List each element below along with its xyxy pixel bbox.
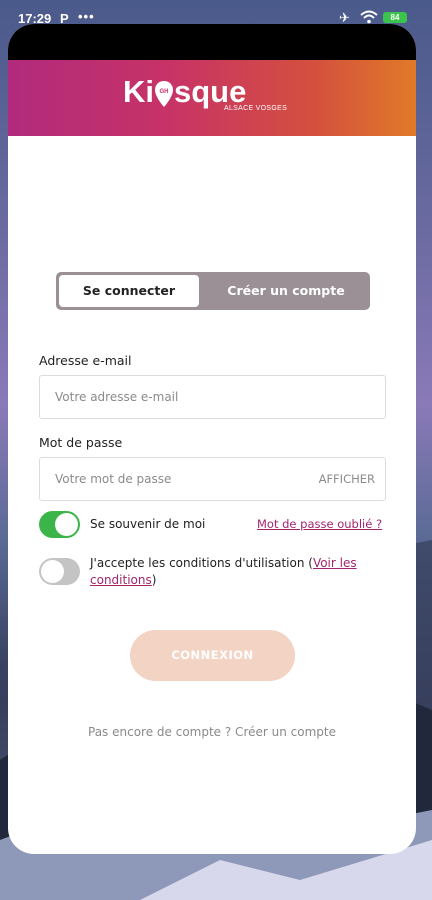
remember-me-toggle[interactable] bbox=[39, 511, 80, 538]
app-screen: Ki GH sque ALSACE VOSGES Se connecter Cr… bbox=[8, 24, 416, 854]
svg-text:GH: GH bbox=[160, 89, 169, 95]
terms-toggle[interactable] bbox=[39, 558, 80, 585]
password-field[interactable] bbox=[55, 458, 305, 500]
signup-prompt-link[interactable]: Pas encore de compte ? Créer un compte bbox=[8, 725, 416, 739]
tab-signup[interactable]: Créer un compte bbox=[206, 275, 366, 307]
terms-label: J'accepte les conditions d'utilisation (… bbox=[90, 556, 357, 587]
password-label: Mot de passe bbox=[39, 435, 123, 450]
email-label: Adresse e-mail bbox=[39, 353, 132, 368]
brand-subtitle: ALSACE VOSGES bbox=[224, 105, 288, 112]
auth-tabs: Se connecter Créer un compte bbox=[56, 272, 370, 310]
more-notifications-icon: ••• bbox=[78, 9, 95, 24]
toggle-knob bbox=[41, 560, 64, 583]
kiosque-logo: Ki GH sque ALSACE VOSGES bbox=[123, 74, 288, 112]
tab-login[interactable]: Se connecter bbox=[59, 275, 199, 307]
toggle-knob bbox=[55, 513, 78, 536]
show-password-button[interactable]: AFFICHER bbox=[319, 472, 375, 486]
email-field[interactable] bbox=[55, 376, 305, 418]
location-pin-icon: GH bbox=[155, 81, 173, 107]
forgot-password-link[interactable]: Mot de passe oublié ? bbox=[257, 517, 382, 531]
brand-header: Ki GH sque ALSACE VOSGES bbox=[8, 60, 416, 136]
password-field-container: AFFICHER bbox=[39, 457, 386, 501]
remember-me-label: Se souvenir de moi bbox=[90, 517, 206, 531]
notch-area bbox=[8, 24, 416, 60]
connexion-button[interactable]: CONNEXION bbox=[130, 630, 295, 681]
email-field-container bbox=[39, 375, 386, 419]
battery-icon: 84 bbox=[383, 12, 407, 23]
